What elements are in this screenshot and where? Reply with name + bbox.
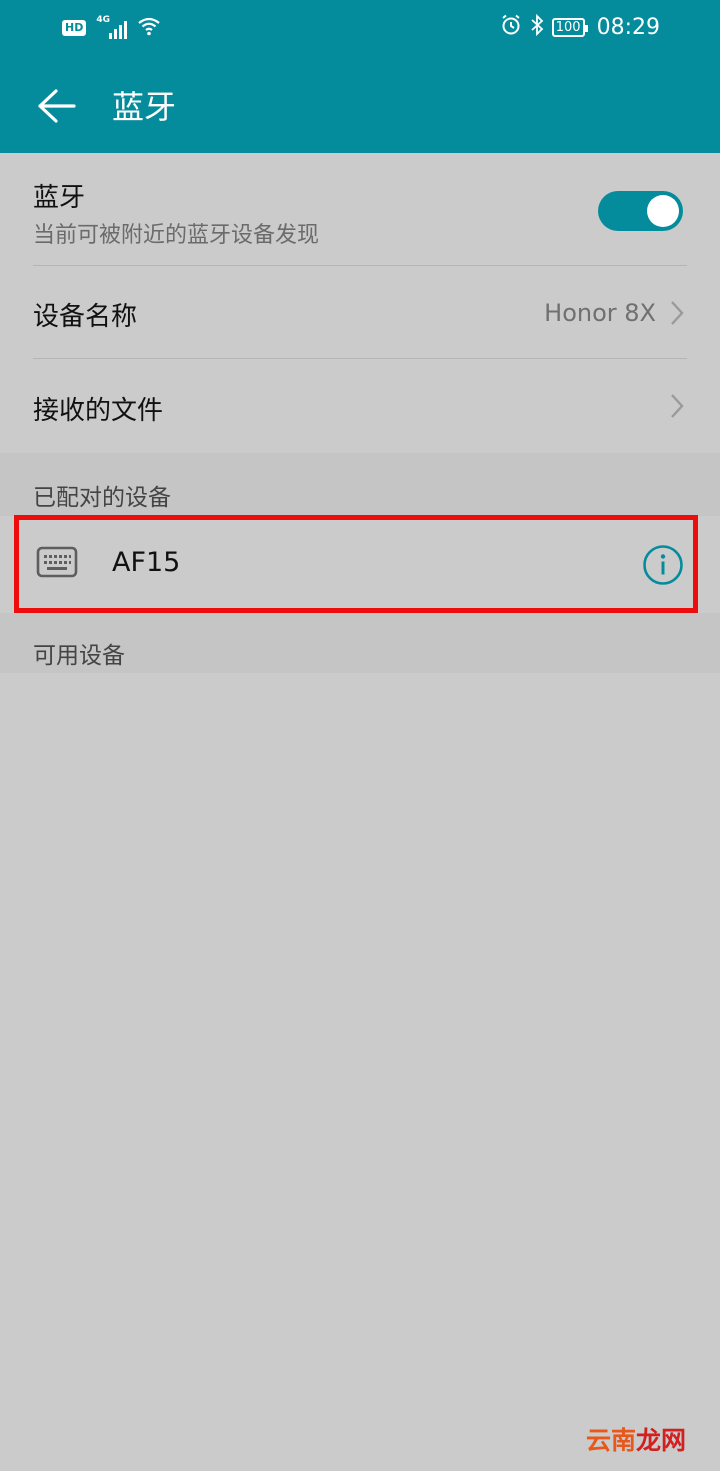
received-files-label: 接收的文件 — [33, 396, 164, 426]
device-name-label: 设备名称 — [33, 302, 138, 332]
available-devices-label: 可用设备 — [33, 643, 125, 669]
status-bar: HD 4G 100 08:29 — [0, 0, 720, 58]
status-left: HD 4G — [62, 15, 161, 40]
paired-devices-header: 已配对的设备 — [0, 453, 720, 516]
app-bar: 蓝牙 — [0, 58, 720, 153]
bluetooth-icon — [530, 13, 544, 40]
available-devices-header: 可用设备 — [0, 613, 720, 673]
status-right: 100 08:29 — [500, 13, 660, 40]
paired-devices-label: 已配对的设备 — [33, 485, 171, 511]
bluetooth-discoverable-text: 当前可被附近的蓝牙设备发现 — [33, 223, 320, 248]
switch-knob — [647, 195, 679, 227]
signal-icon: 4G — [96, 15, 128, 39]
chevron-right-icon — [671, 301, 684, 325]
watermark-part2: 龙网 — [635, 1426, 686, 1455]
bluetooth-label: 蓝牙 — [33, 183, 86, 213]
device-name-row[interactable]: 设备名称 Honor 8X — [0, 266, 720, 359]
alarm-icon — [500, 14, 522, 40]
received-files-row[interactable]: 接收的文件 — [0, 359, 720, 453]
battery-icon: 100 — [551, 17, 588, 37]
watermark-part1: 云南 — [585, 1426, 636, 1455]
back-arrow-icon — [38, 89, 76, 123]
highlight-box — [14, 515, 698, 613]
clock: 08:29 — [596, 14, 660, 40]
watermark-logo: 云南龙网 — [586, 1421, 686, 1457]
wifi-icon — [137, 16, 161, 40]
page-title: 蓝牙 — [112, 88, 177, 126]
back-button[interactable] — [30, 80, 82, 132]
bluetooth-switch[interactable] — [598, 191, 683, 231]
bluetooth-toggle-row[interactable]: 蓝牙 当前可被附近的蓝牙设备发现 — [0, 153, 720, 266]
chevron-right-icon — [671, 394, 684, 418]
network-type: 4G — [96, 15, 110, 25]
hd-badge: HD — [62, 20, 87, 36]
device-name-value: Honor 8X — [544, 299, 656, 327]
